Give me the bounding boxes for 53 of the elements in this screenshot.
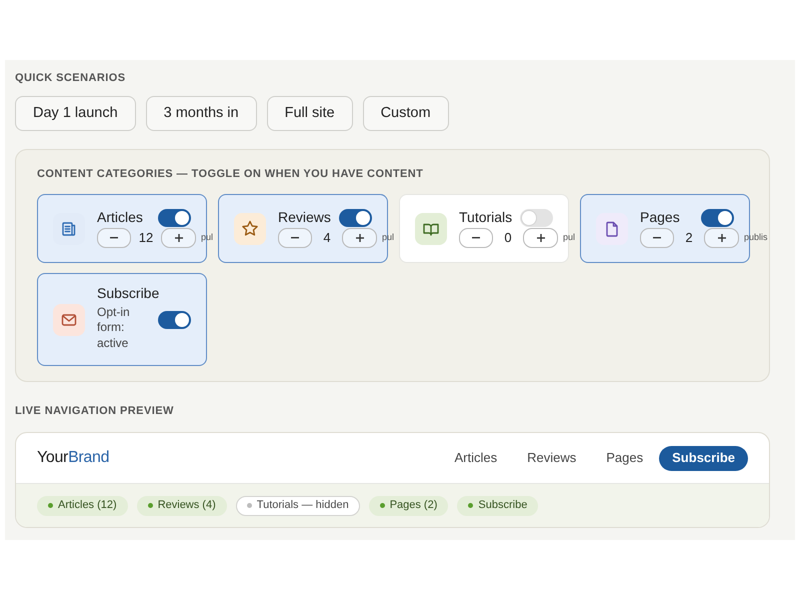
minus-icon bbox=[653, 237, 661, 239]
increment-button[interactable] bbox=[342, 228, 377, 248]
brand-logo: YourBrand bbox=[37, 448, 110, 468]
category-title: Pages bbox=[640, 209, 680, 225]
status-dot-icon bbox=[380, 503, 385, 508]
scenario-button[interactable]: Custom bbox=[362, 96, 449, 131]
toggle-switch[interactable] bbox=[701, 209, 734, 227]
minus-icon bbox=[291, 237, 299, 239]
status-dot-icon bbox=[148, 503, 153, 508]
item-count: 0 bbox=[503, 229, 513, 248]
chip-label: Reviews (4) bbox=[158, 498, 216, 514]
scenario-button[interactable]: Full site bbox=[266, 96, 353, 131]
plus-icon bbox=[536, 234, 544, 242]
increment-button[interactable] bbox=[523, 228, 558, 248]
item-count: 4 bbox=[322, 229, 332, 248]
item-count: 12 bbox=[138, 229, 154, 248]
scenario-button[interactable]: Day 1 launch bbox=[15, 96, 136, 131]
status-dot-icon bbox=[246, 503, 252, 508]
open-book-icon bbox=[415, 212, 447, 244]
status-dot-icon bbox=[48, 503, 53, 508]
chip-label: Articles (12) bbox=[58, 498, 117, 514]
toggle-switch[interactable] bbox=[158, 310, 191, 328]
status-text: Opt-in form: active bbox=[97, 304, 131, 352]
category-title: Articles bbox=[97, 209, 143, 225]
minus-icon bbox=[110, 237, 118, 239]
item-count: 2 bbox=[684, 229, 694, 248]
toggle-switch[interactable] bbox=[520, 209, 553, 227]
chip-label: Pages (2) bbox=[390, 498, 438, 514]
status-dot-icon bbox=[468, 503, 474, 508]
category-title: Tutorials bbox=[459, 209, 512, 225]
section-heading: CONTENT CATEGORIES — TOGGLE ON WHEN YOU HAVE CONTENT bbox=[37, 168, 424, 181]
toggle-switch[interactable] bbox=[339, 209, 372, 227]
category-title: Subscribe bbox=[97, 284, 160, 302]
minus-icon bbox=[472, 237, 480, 239]
nav-link[interactable]: Articles bbox=[454, 448, 498, 468]
chip-label: Subscribe bbox=[478, 498, 528, 514]
nav-link[interactable]: Reviews bbox=[527, 448, 576, 468]
section-heading: QUICK SCENARIOS bbox=[15, 72, 126, 85]
file-icon bbox=[596, 212, 628, 244]
envelope-icon bbox=[53, 304, 85, 336]
subscribe-button[interactable]: Subscribe bbox=[659, 446, 748, 470]
scenario-button[interactable]: 3 months in bbox=[146, 96, 257, 131]
increment-button[interactable] bbox=[704, 228, 739, 248]
toggle-switch[interactable] bbox=[158, 209, 191, 227]
count-caption: pul bbox=[563, 231, 576, 244]
plus-icon bbox=[718, 234, 726, 242]
plus-icon bbox=[356, 234, 364, 242]
nav-link[interactable]: Pages bbox=[606, 448, 644, 468]
category-title: Reviews bbox=[278, 209, 331, 225]
increment-button[interactable] bbox=[161, 228, 196, 248]
plus-icon bbox=[174, 234, 182, 242]
chip-label: Tutorials — hidden bbox=[256, 498, 349, 514]
section-heading: LIVE NAVIGATION PREVIEW bbox=[15, 405, 175, 418]
